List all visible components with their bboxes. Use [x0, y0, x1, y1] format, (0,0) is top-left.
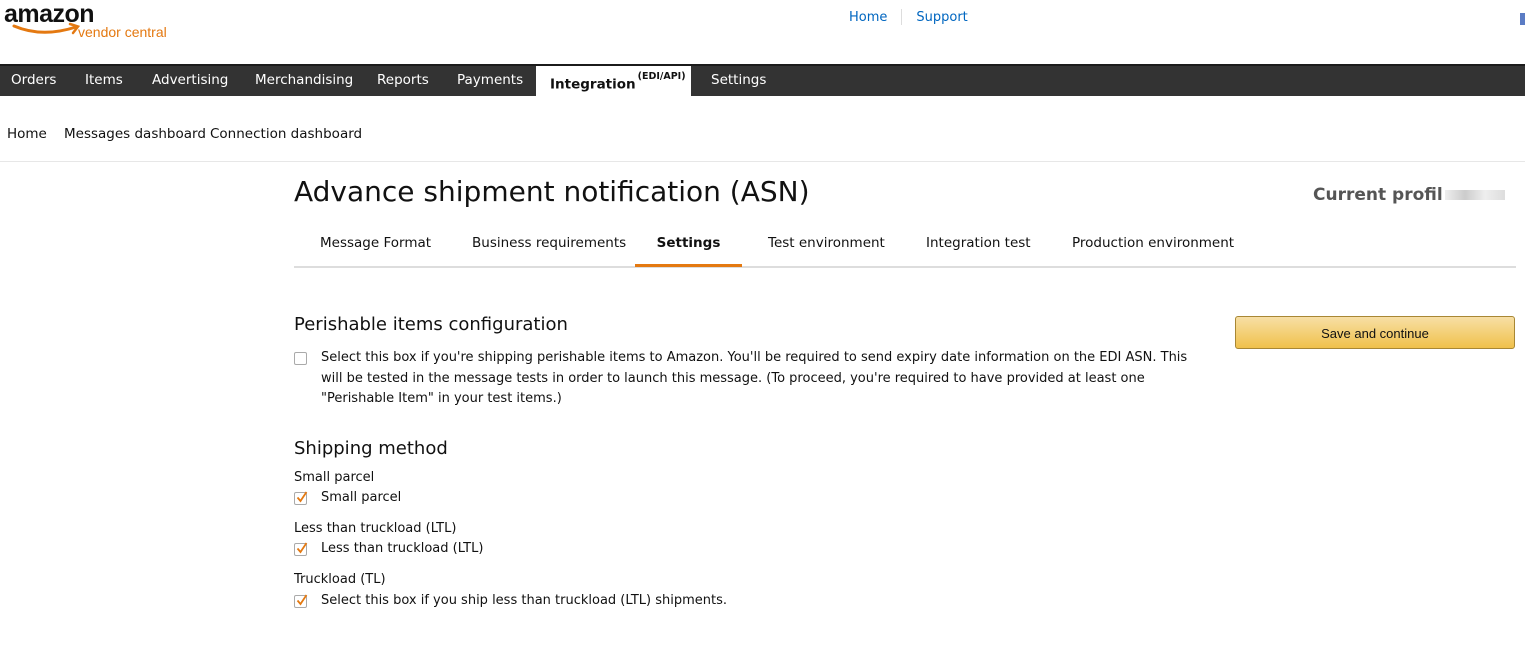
perishable-checkbox[interactable]: [294, 352, 307, 365]
save-and-continue-button[interactable]: Save and continue: [1235, 316, 1515, 349]
top-links: Home Support: [849, 9, 968, 25]
perishable-text-1: Select this box if you're shipping peris…: [321, 350, 1100, 365]
subnav-messages-dashboard[interactable]: Messages dashboard: [64, 126, 206, 142]
nav-item-items[interactable]: Items: [85, 66, 123, 96]
perishable-text-bold: EDI: [1099, 350, 1122, 365]
nav-item-integration[interactable]: Integration (EDI/API): [536, 66, 691, 98]
main-nav: Orders Items Advertising Merchandising R…: [0, 64, 1525, 98]
divider: [0, 161, 1525, 162]
checkmark-icon: [296, 594, 308, 606]
tab-production-environment[interactable]: Production environment: [1072, 226, 1234, 266]
subnav-home[interactable]: Home: [7, 126, 47, 142]
tab-message-format[interactable]: Message Format: [320, 226, 431, 266]
ltl-label: Less than truckload (LTL): [294, 521, 457, 536]
perishable-description: Select this box if you're shipping peris…: [321, 348, 1201, 410]
tl-checkbox[interactable]: [294, 594, 308, 608]
ltl-checkbox[interactable]: [294, 542, 308, 556]
nav-item-integration-sup: (EDI/API): [637, 71, 686, 82]
current-profile: Current profil: [1313, 185, 1505, 205]
tab-integration-test[interactable]: Integration test: [926, 226, 1031, 266]
redacted-profile-name: [1444, 190, 1505, 200]
shipping-method-heading: Shipping method: [294, 438, 448, 459]
tab-settings[interactable]: Settings: [635, 226, 742, 267]
small-parcel-checkbox-label: Small parcel: [321, 490, 402, 505]
checkmark-icon: [296, 542, 308, 554]
tab-test-environment[interactable]: Test environment: [768, 226, 885, 266]
tl-label: Truckload (TL): [294, 572, 386, 587]
amazon-vendor-central-logo[interactable]: amazon vendor central: [4, 0, 174, 44]
nav-item-integration-label: Integration: [550, 76, 636, 93]
tab-bar: Message Format Business requirements Set…: [294, 226, 1516, 268]
tab-business-requirements[interactable]: Business requirements: [472, 226, 626, 266]
current-profile-label: Current profil: [1313, 185, 1443, 205]
subnav-connection-dashboard[interactable]: Connection dashboard: [210, 126, 362, 142]
nav-item-settings[interactable]: Settings: [711, 66, 766, 96]
nav-item-payments[interactable]: Payments: [457, 66, 523, 96]
top-link-home[interactable]: Home: [849, 10, 887, 25]
perishable-heading: Perishable items configuration: [294, 314, 568, 335]
ltl-checkbox-label: Less than truckload (LTL): [321, 541, 484, 556]
checkmark-icon: [296, 491, 308, 503]
top-link-support[interactable]: Support: [916, 10, 967, 25]
page-title: Advance shipment notification (ASN): [294, 175, 810, 208]
logo-subtitle: vendor central: [78, 24, 167, 40]
nav-item-merchandising[interactable]: Merchandising: [255, 66, 353, 96]
nav-item-reports[interactable]: Reports: [377, 66, 429, 96]
small-parcel-label: Small parcel: [294, 470, 375, 485]
nav-item-advertising[interactable]: Advertising: [152, 66, 228, 96]
small-parcel-checkbox[interactable]: [294, 491, 308, 505]
nav-item-orders[interactable]: Orders: [11, 66, 56, 96]
smile-arrow-icon: [12, 22, 81, 35]
tl-checkbox-label: Select this box if you ship less than tr…: [321, 593, 727, 608]
language-flag-icon[interactable]: [1520, 13, 1525, 25]
divider: [901, 9, 903, 25]
